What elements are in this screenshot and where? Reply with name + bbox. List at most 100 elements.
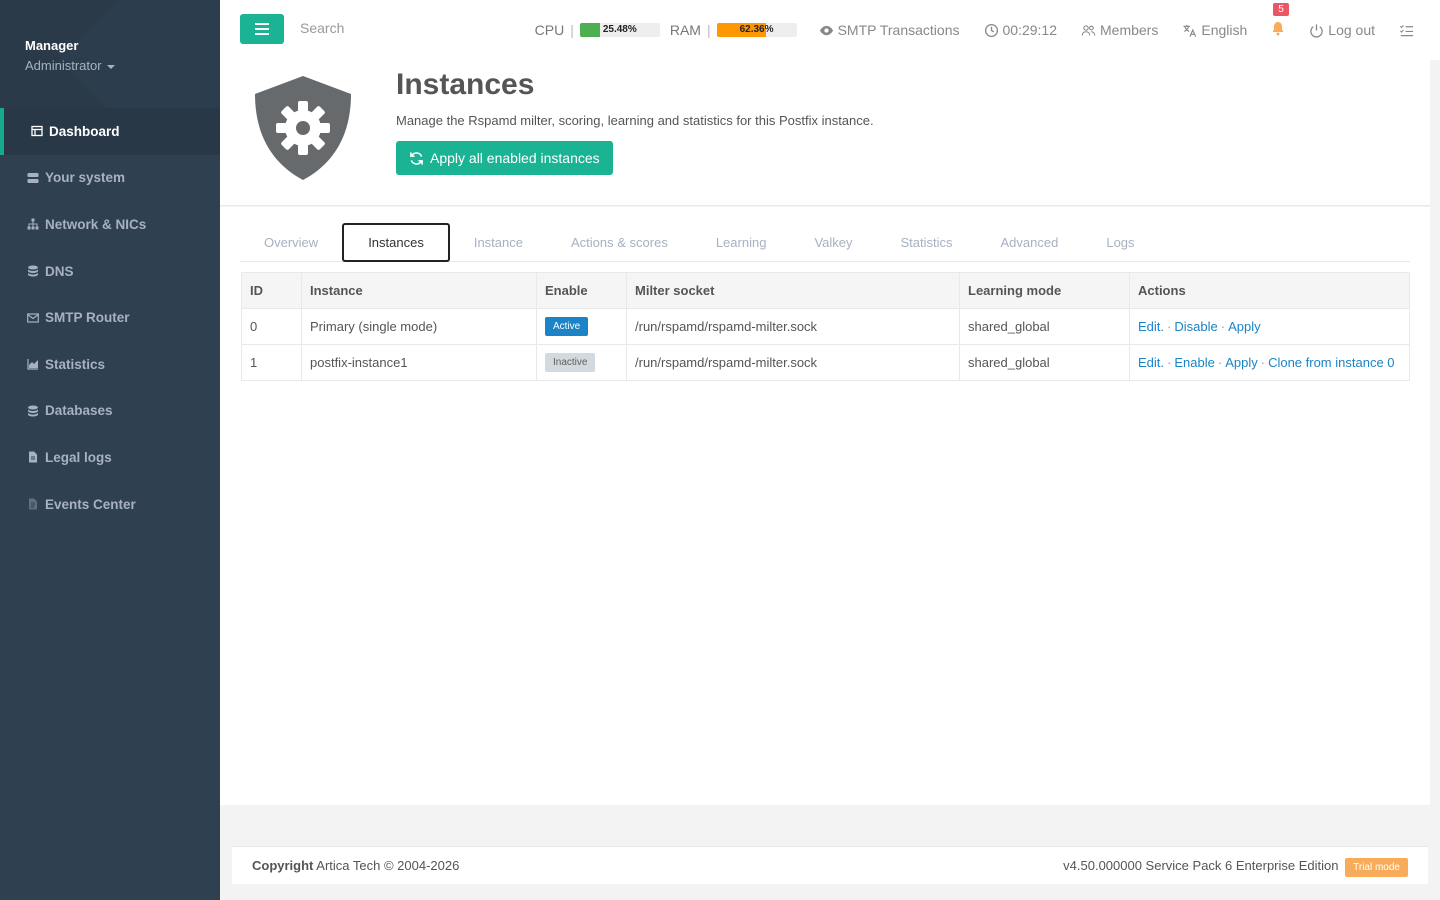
bell-icon [1272, 22, 1284, 36]
tab-logs[interactable]: Logs [1082, 225, 1158, 260]
sidebar-nav: Dashboard Your system Network & NICs DNS… [0, 108, 220, 527]
file-text-icon [27, 498, 39, 510]
cell-socket: /run/rspamd/rspamd-milter.sock [626, 344, 960, 381]
smtp-transactions-label: SMTP Transactions [837, 22, 960, 38]
database-icon [27, 405, 39, 417]
tab-valkey[interactable]: Valkey [790, 225, 876, 260]
apply-all-instances-button[interactable]: Apply all enabled instances [396, 141, 613, 175]
sidebar-item-label: Network & NICs [45, 216, 147, 232]
sitemap-icon [27, 218, 39, 230]
members-link[interactable]: Members [1081, 22, 1158, 38]
envelope-icon [27, 312, 39, 324]
sidebar-item-label: SMTP Router [45, 310, 130, 326]
edit-link[interactable]: Edit. [1138, 355, 1164, 370]
profile-role-label: Administrator [25, 58, 102, 73]
menu-toggle-button[interactable] [240, 14, 284, 44]
table-row: 0 Primary (single mode) Active /run/rspa… [241, 308, 1410, 345]
sidebar-item-label: Legal logs [45, 449, 112, 465]
cell-id: 1 [241, 344, 302, 381]
version-text: v4.50.000000 Service Pack 6 Enterprise E… [1063, 858, 1339, 873]
logout-link[interactable]: Log out [1309, 22, 1375, 38]
tab-overview[interactable]: Overview [240, 225, 342, 260]
version-info: v4.50.000000 Service Pack 6 Enterprise E… [1063, 858, 1408, 877]
power-icon [1310, 23, 1324, 38]
eye-icon [819, 25, 833, 35]
disable-link[interactable]: Disable [1174, 319, 1217, 334]
notifications-count-badge: 5 [1273, 3, 1289, 16]
top-navbar: CPU | 25.48% RAM | 62.36% SMTP Transacti… [220, 0, 1440, 60]
sidebar-item-statistics[interactable]: Statistics [0, 341, 220, 388]
language-label: English [1201, 22, 1248, 38]
clock-display: 00:29:12 [984, 22, 1057, 38]
ram-meter: RAM | 62.36% [670, 22, 797, 38]
cpu-progress-bar: 25.48% [579, 23, 660, 37]
sidebar-item-label: Statistics [45, 356, 106, 372]
clone-link[interactable]: Clone from instance 0 [1268, 355, 1394, 370]
clock-icon [984, 23, 998, 37]
enable-link[interactable]: Enable [1174, 355, 1214, 370]
tab-bar: Overview Instances Instance Actions & sc… [240, 222, 1410, 262]
apply-all-instances-label: Apply all enabled instances [430, 150, 600, 166]
ram-progress-bar: 62.36% [716, 23, 797, 37]
sidebar-item-dashboard[interactable]: Dashboard [0, 108, 220, 155]
sidebar-item-label: Your system [45, 170, 126, 186]
table-icon [31, 125, 43, 137]
sidebar-item-your-system[interactable]: Your system [0, 155, 220, 202]
apply-link[interactable]: Apply [1225, 355, 1258, 370]
cell-enable: Active [536, 308, 627, 345]
cpu-meter: CPU | 25.48% [535, 22, 660, 38]
column-header-learning-mode: Learning mode [959, 272, 1130, 309]
tab-actions-scores[interactable]: Actions & scores [547, 225, 692, 260]
cell-enable: Inactive [536, 344, 627, 381]
notifications-button[interactable]: 5 [1271, 3, 1289, 39]
sidebar-item-smtp-router[interactable]: SMTP Router [0, 294, 220, 341]
members-label: Members [1100, 22, 1159, 38]
tab-advanced[interactable]: Advanced [977, 225, 1083, 260]
tab-instance[interactable]: Instance [450, 225, 547, 260]
sidebar-item-label: DNS [45, 263, 74, 279]
profile-role-dropdown[interactable]: Administrator [25, 58, 220, 73]
column-header-enable: Enable [536, 272, 627, 309]
column-header-actions: Actions [1129, 272, 1410, 309]
column-header-id: ID [241, 272, 302, 309]
cell-instance: postfix-instance1 [301, 344, 537, 381]
apply-link[interactable]: Apply [1228, 319, 1261, 334]
shield-gear-icon [252, 74, 354, 185]
cpu-value: 25.48% [602, 24, 637, 35]
smtp-transactions-link[interactable]: SMTP Transactions [819, 22, 960, 38]
sidebar-item-events-center[interactable]: Events Center [0, 481, 220, 528]
sidebar-item-legal-logs[interactable]: Legal logs [0, 434, 220, 481]
cell-learning-mode: shared_global [959, 344, 1130, 381]
tab-instances[interactable]: Instances [342, 222, 450, 262]
sidebar-item-network[interactable]: Network & NICs [0, 201, 220, 248]
sidebar-item-databases[interactable]: Databases [0, 388, 220, 435]
language-selector[interactable]: English [1182, 22, 1247, 38]
sidebar-item-label: Events Center [45, 496, 136, 512]
search-input[interactable] [300, 20, 500, 36]
cell-socket: /run/rspamd/rspamd-milter.sock [626, 308, 960, 345]
cell-instance: Primary (single mode) [301, 308, 537, 345]
copyright: Copyright Artica Tech © 2004-2026 [252, 858, 459, 873]
tab-learning[interactable]: Learning [692, 225, 791, 260]
sidebar-item-label: Databases [45, 403, 113, 419]
area-chart-icon [27, 358, 39, 370]
status-badge: Active [545, 317, 589, 336]
column-header-milter-socket: Milter socket [626, 272, 960, 309]
database-icon [27, 265, 39, 277]
cpu-label: CPU [534, 22, 565, 38]
copyright-label: Copyright [252, 858, 314, 873]
tab-statistics[interactable]: Statistics [877, 225, 977, 260]
tasks-button[interactable] [1399, 23, 1414, 38]
column-header-instance: Instance [301, 272, 537, 309]
status-badge: Inactive [545, 353, 596, 372]
copyright-text: Artica Tech © 2004-2026 [316, 858, 460, 873]
logout-label: Log out [1328, 22, 1375, 38]
caret-down-icon [106, 64, 115, 69]
cell-actions: Edit. · Disable · Apply [1129, 308, 1410, 345]
hamburger-icon [255, 23, 269, 35]
edit-link[interactable]: Edit. [1138, 319, 1164, 334]
profile-name: Manager [25, 38, 79, 53]
footer: Copyright Artica Tech © 2004-2026 v4.50.… [232, 846, 1428, 884]
sidebar-item-dns[interactable]: DNS [0, 248, 220, 295]
file-icon [27, 451, 39, 463]
